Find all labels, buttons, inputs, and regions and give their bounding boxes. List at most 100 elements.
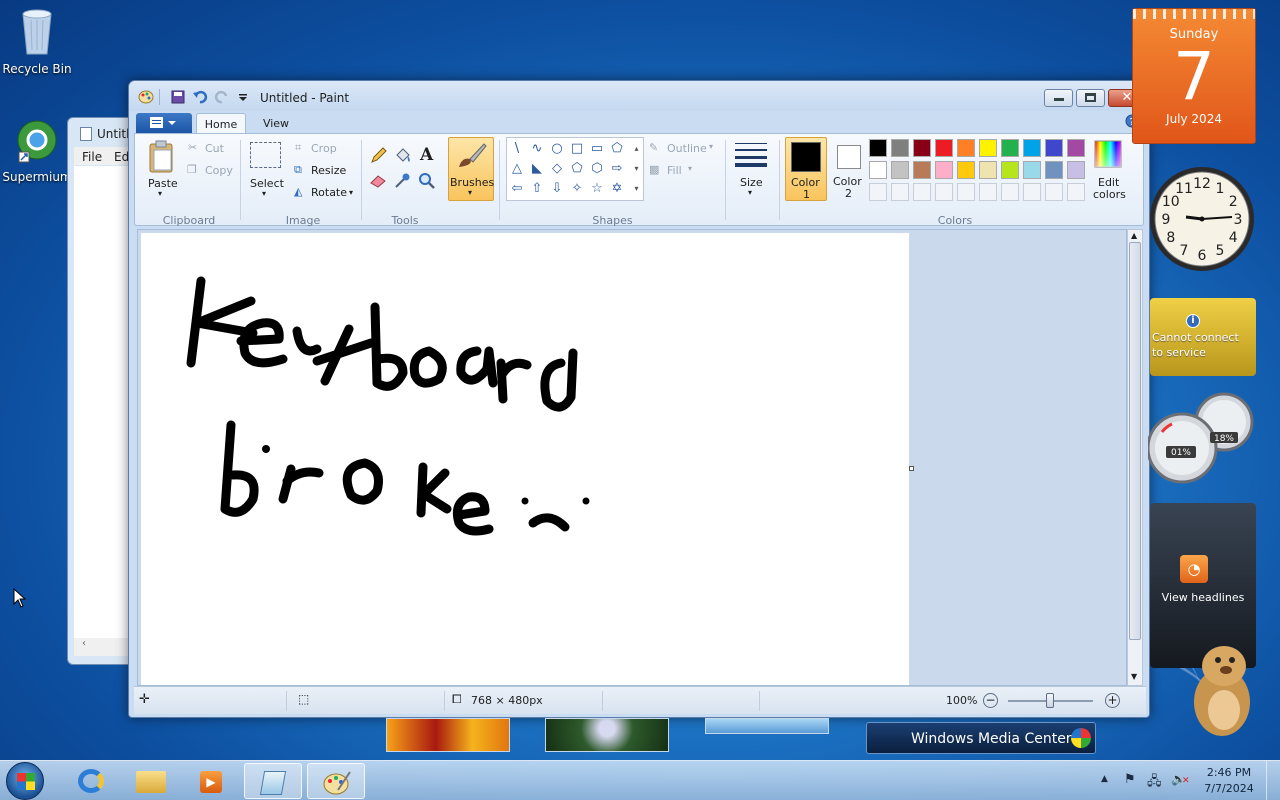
palette-color-swatch[interactable] — [913, 139, 931, 157]
taskbar-notepad[interactable] — [244, 763, 302, 799]
shape-item[interactable]: △ — [508, 160, 526, 177]
shape-item[interactable]: □ — [568, 140, 586, 157]
title-bar[interactable]: Untitled - Paint ✕ — [129, 81, 1149, 111]
cpu-meter-gadget[interactable]: 01% 18% — [1148, 392, 1256, 488]
redo-icon[interactable] — [214, 90, 230, 104]
palette-color-swatch[interactable] — [979, 139, 997, 157]
shape-item[interactable]: ⇩ — [548, 180, 566, 197]
taskbar-media-player[interactable]: ▶ — [182, 763, 240, 799]
palette-color-swatch[interactable] — [1001, 183, 1019, 201]
palette-color-swatch[interactable] — [1023, 161, 1041, 179]
paste-dropdown-chevron-down-icon[interactable]: ▾ — [158, 189, 162, 198]
color1-button[interactable]: Color 1 — [785, 137, 827, 201]
shape-item[interactable]: ⬠ — [608, 140, 626, 157]
color2-button[interactable]: Color 2 — [829, 137, 871, 201]
shapes-scroll[interactable]: ▴ ▾ ▾ — [631, 139, 642, 199]
tab-home[interactable]: Home — [196, 113, 246, 134]
palette-color-swatch[interactable] — [979, 183, 997, 201]
save-icon[interactable] — [170, 90, 186, 104]
palette-color-swatch[interactable] — [869, 161, 887, 179]
outline-button[interactable]: Outline — [667, 142, 707, 155]
palette-color-swatch[interactable] — [1045, 139, 1063, 157]
undo-icon[interactable] — [192, 90, 208, 104]
scroll-thumb[interactable] — [1129, 242, 1141, 640]
palette-color-swatch[interactable] — [1001, 161, 1019, 179]
paint-window[interactable]: Untitled - Paint ✕ Home View ? Paste ▾ ✂… — [128, 80, 1150, 718]
menu-edit[interactable]: Ed — [114, 150, 129, 164]
resize-button[interactable]: Resize — [311, 164, 346, 177]
customize-toolbar-chevron-down-icon[interactable] — [235, 90, 251, 104]
desktop-icon-supermium[interactable]: Supermium — [0, 118, 74, 184]
palette-color-swatch[interactable] — [957, 183, 975, 201]
scroll-down-icon[interactable]: ▼ — [1131, 672, 1137, 681]
palette-color-swatch[interactable] — [957, 139, 975, 157]
clock-gadget[interactable]: 12 1234567891011 — [1148, 157, 1256, 281]
crop-button[interactable]: Crop — [311, 142, 337, 155]
shape-item[interactable]: ▭ — [588, 140, 606, 157]
zoom-in-button[interactable]: + — [1105, 693, 1120, 708]
shape-item[interactable]: ◇ — [548, 160, 566, 177]
palette-color-swatch[interactable] — [1067, 161, 1085, 179]
shape-item[interactable]: ✡ — [608, 180, 626, 197]
palette-color-swatch[interactable] — [935, 183, 953, 201]
clock-date[interactable]: 7/7/2024 — [1199, 782, 1259, 795]
size-icon[interactable] — [735, 143, 767, 169]
brushes-button[interactable]: Brushes ▾ — [448, 137, 494, 201]
background-notepad-window[interactable]: Untitl File Ed ‹ — [67, 117, 138, 665]
palette-color-swatch[interactable] — [869, 183, 887, 201]
taskbar-paint[interactable] — [307, 763, 365, 799]
eraser-tool[interactable] — [368, 170, 389, 191]
palette-color-swatch[interactable] — [913, 161, 931, 179]
edit-colors-icon[interactable] — [1094, 140, 1122, 168]
palette-color-swatch[interactable] — [891, 183, 909, 201]
network-icon[interactable]: 🖧 — [1147, 772, 1162, 794]
menu-file[interactable]: File — [82, 150, 102, 164]
start-button[interactable] — [6, 762, 44, 800]
palette-color-swatch[interactable] — [1001, 139, 1019, 157]
minimize-button[interactable] — [1044, 89, 1073, 107]
select-dropdown-chevron-down-icon[interactable]: ▾ — [262, 189, 266, 198]
palette-color-swatch[interactable] — [979, 161, 997, 179]
maximize-button[interactable] — [1076, 89, 1105, 107]
taskbar-file-explorer[interactable] — [122, 763, 180, 799]
shape-item[interactable]: ⬡ — [588, 160, 606, 177]
taskbar-internet-explorer[interactable] — [62, 763, 120, 799]
paste-button[interactable]: Paste — [148, 177, 178, 190]
windows-media-center-gadget[interactable]: Windows Media Center — [866, 722, 1096, 754]
pencil-tool[interactable] — [368, 145, 389, 166]
magnifier-tool[interactable] — [416, 170, 437, 191]
color-picker-tool[interactable] — [392, 170, 413, 191]
volume-muted-icon[interactable]: 🔈✕ — [1171, 772, 1190, 786]
paste-icon[interactable] — [147, 140, 175, 174]
cut-button[interactable]: Cut — [205, 142, 224, 155]
shape-item[interactable]: ⬠ — [568, 160, 586, 177]
palette-color-swatch[interactable] — [957, 161, 975, 179]
view-headlines-link[interactable]: View headlines — [1152, 591, 1254, 604]
palette-color-swatch[interactable] — [891, 161, 909, 179]
shape-item[interactable]: ☆ — [588, 180, 606, 197]
palette-color-swatch[interactable] — [935, 161, 953, 179]
palette-color-swatch[interactable] — [869, 139, 887, 157]
shape-item[interactable]: ⇨ — [608, 160, 626, 177]
palette-color-swatch[interactable] — [1023, 139, 1041, 157]
text-tool[interactable]: A — [416, 144, 437, 165]
shape-item[interactable]: ○ — [548, 140, 566, 157]
action-center-flag-icon[interactable]: ⚑ — [1124, 772, 1136, 787]
calendar-gadget[interactable]: Sunday 7 July 2024 — [1132, 8, 1256, 144]
fill-button[interactable]: Fill — [667, 164, 682, 177]
palette-color-swatch[interactable] — [891, 139, 909, 157]
rotate-dropdown-chevron-down-icon[interactable]: ▾ — [349, 188, 353, 197]
fill-tool[interactable] — [392, 145, 413, 166]
palette-color-swatch[interactable] — [1045, 161, 1063, 179]
shape-item[interactable]: ⇦ — [508, 180, 526, 197]
shape-item[interactable]: ⇧ — [528, 180, 546, 197]
zoom-slider-thumb[interactable] — [1046, 693, 1054, 708]
shape-item[interactable]: ∿ — [528, 140, 546, 157]
palette-color-swatch[interactable] — [1023, 183, 1041, 201]
copy-button[interactable]: Copy — [205, 164, 233, 177]
tab-view[interactable]: View — [252, 113, 300, 134]
select-icon[interactable] — [250, 142, 281, 168]
select-button[interactable]: Select — [250, 177, 284, 190]
weather-gadget[interactable]: i Cannot connect to service — [1150, 298, 1256, 376]
shape-item[interactable]: \ — [508, 140, 526, 157]
